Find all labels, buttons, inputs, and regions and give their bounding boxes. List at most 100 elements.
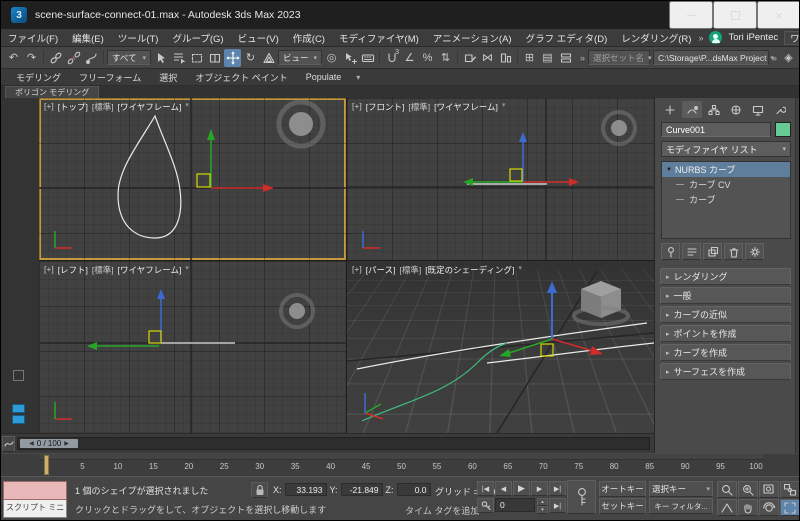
scene-explorer-button[interactable]: ⊞ — [521, 49, 538, 67]
minimize-button[interactable] — [669, 1, 713, 29]
polygon-modeling-tab[interactable]: ポリゴン モデリング — [5, 86, 100, 98]
menu-item[interactable]: グラフ エディタ(D) — [519, 31, 615, 45]
go-to-end-button[interactable]: ▶| — [549, 481, 566, 496]
rollout-header[interactable]: ▸ レンダリング — [660, 268, 791, 285]
select-by-name-button[interactable] — [170, 49, 187, 67]
named-selection-dropdown[interactable]: 選択セット名 ▾ — [587, 50, 652, 65]
object-color-swatch[interactable] — [775, 122, 791, 137]
current-frame-marker[interactable] — [44, 455, 49, 475]
snaps-toggle-button[interactable]: 3 — [383, 49, 400, 67]
track-bar[interactable]: 0510152025303540455055606570758085909510… — [1, 453, 799, 476]
remove-modifier-button[interactable] — [724, 243, 743, 260]
select-and-scale-button[interactable] — [260, 49, 277, 67]
toolbar-overflow-icon[interactable]: » — [580, 53, 585, 63]
viewport-shading-label[interactable]: [ワイヤフレーム] — [118, 264, 182, 276]
curve-editor-button[interactable]: ∿ — [575, 49, 577, 67]
ribbon-tab[interactable]: オブジェクト ペイント — [186, 71, 297, 84]
ribbon-toggle-button[interactable] — [557, 49, 574, 67]
viewport-shading-label[interactable]: [ワイヤフレーム] — [118, 101, 182, 113]
add-time-tag[interactable]: タイム タグを追加 — [405, 504, 479, 517]
utilities-tab[interactable] — [770, 101, 790, 118]
pin-stack-button[interactable] — [661, 243, 680, 260]
select-and-link-button[interactable] — [47, 49, 64, 67]
ribbon-tab[interactable]: フリーフォーム — [70, 71, 150, 84]
project-folder-dropdown[interactable]: C:\Storage\P...dsMax Project ▾ — [652, 50, 774, 65]
menu-overflow-icon[interactable]: » — [698, 33, 703, 43]
display-tab[interactable] — [748, 101, 768, 118]
panel-scrollbar[interactable] — [795, 98, 799, 453]
unlink-selection-button[interactable] — [65, 49, 82, 67]
use-center-button[interactable]: ◎ — [323, 49, 340, 67]
viewport-shading-label[interactable]: [ワイヤフレーム] — [434, 101, 498, 113]
zoom-button[interactable] — [717, 481, 737, 498]
viewport-left[interactable]: [+] [レフト] [標準] [ワイヤフレーム] ▾ — [39, 261, 346, 433]
frame-forward-icon[interactable]: ▶ — [64, 440, 69, 447]
go-to-end-frame-button[interactable]: ▶| — [549, 498, 566, 513]
align-button[interactable] — [497, 49, 514, 67]
object-name-field[interactable]: Curve001 — [661, 122, 771, 137]
time-slider-handle[interactable]: ◀ 0 / 100 ▶ — [20, 439, 78, 448]
viewport-pov-label[interactable]: [フロント] — [366, 101, 405, 113]
edit-named-selections-button[interactable] — [461, 49, 478, 67]
key-set-dropdown[interactable]: 選択キー ▾ — [649, 481, 713, 497]
viewport-standard-label[interactable]: [標準] — [408, 101, 430, 113]
pan-button[interactable] — [738, 499, 758, 516]
next-frame-button[interactable]: ▶ — [531, 481, 548, 496]
title-bar[interactable]: 3 scene-surface-connect-01.max - Autodes… — [1, 1, 799, 29]
zoom-extents-all-button[interactable] — [780, 481, 799, 498]
show-end-result-button[interactable] — [682, 243, 701, 260]
ribbon-tab[interactable]: モデリング — [7, 71, 70, 84]
viewport-menu-plus[interactable]: [+] — [352, 264, 362, 276]
configure-modifier-sets-button[interactable] — [745, 243, 764, 260]
frame-spinner[interactable]: ▴ ▾ — [537, 498, 548, 514]
angle-snap-button[interactable]: ∠ — [401, 49, 418, 67]
x-coordinate-field[interactable]: 33.193 — [284, 483, 327, 496]
render-production-button[interactable]: ◈ — [780, 49, 797, 67]
time-slider-track[interactable]: ◀ 0 / 100 ▶ — [17, 437, 650, 450]
select-and-rotate-button[interactable]: ↻ — [242, 49, 259, 67]
rollout-header[interactable]: ▸ カーブの近似 — [660, 306, 791, 323]
menu-item[interactable]: ツール(T) — [111, 31, 166, 45]
menu-item[interactable]: モディファイヤ(M) — [332, 31, 426, 45]
frame-back-icon[interactable]: ◀ — [29, 440, 34, 447]
rollout-header[interactable]: ▸ サーフェスを作成 — [660, 363, 791, 380]
percent-snap-button[interactable]: % — [419, 49, 436, 67]
set-key-button[interactable]: セットキー — [599, 498, 646, 514]
go-to-start-button[interactable]: |◀ — [477, 481, 494, 496]
viewport-menu-plus[interactable]: [+] — [44, 101, 54, 113]
y-coordinate-field[interactable]: -21.849 — [340, 483, 383, 496]
modify-tab[interactable] — [682, 101, 702, 118]
selection-region-button[interactable] — [188, 49, 205, 67]
undo-button[interactable]: ↶ — [5, 49, 22, 67]
viewport-menu-plus[interactable]: [+] — [44, 264, 54, 276]
viewport-pov-label[interactable]: [レフト] — [58, 264, 88, 276]
spinner-snap-button[interactable]: ⇅ — [437, 49, 454, 67]
zoom-extents-button[interactable] — [759, 481, 779, 498]
window-crossing-button[interactable] — [206, 49, 223, 67]
play-button[interactable]: ▶ — [513, 481, 530, 496]
create-tab[interactable] — [660, 101, 680, 118]
selection-filter-dropdown[interactable]: すべて ▾ — [107, 50, 151, 65]
orbit-button[interactable] — [759, 499, 779, 516]
viewport-layout-tab-icon[interactable] — [12, 404, 25, 426]
ribbon-chevron-down-icon[interactable]: ▾ — [350, 73, 366, 82]
auto-key-button[interactable]: オートキー — [599, 481, 646, 497]
key-mode-toggle-button[interactable] — [477, 498, 494, 513]
modifier-stack[interactable]: ▼ NURBS カーブ カーブ CV カーブ — [661, 161, 791, 239]
previous-frame-button[interactable]: ◀ — [495, 481, 512, 496]
set-keys-button[interactable] — [567, 480, 596, 514]
modifier-stack-item[interactable]: カーブ — [662, 192, 790, 207]
make-unique-button[interactable] — [703, 243, 722, 260]
modifier-stack-item[interactable]: ▼ NURBS カーブ — [662, 162, 790, 177]
selection-lock-toggle[interactable] — [251, 482, 268, 498]
field-of-view-button[interactable] — [717, 499, 737, 516]
viewport-shading-label[interactable]: [既定のシェーディング] — [425, 264, 514, 276]
rollout-header[interactable]: ▸ 一般 — [660, 287, 791, 304]
maxscript-mini-listener[interactable]: スクリプト ミニ リス — [3, 481, 67, 518]
hierarchy-tab[interactable] — [704, 101, 724, 118]
spin-down-icon[interactable]: ▾ — [537, 506, 548, 514]
maximize-button[interactable] — [713, 1, 757, 29]
mirror-button[interactable]: ⋈ — [479, 49, 496, 67]
menu-item[interactable]: アニメーション(A) — [426, 31, 519, 45]
motion-tab[interactable] — [726, 101, 746, 118]
